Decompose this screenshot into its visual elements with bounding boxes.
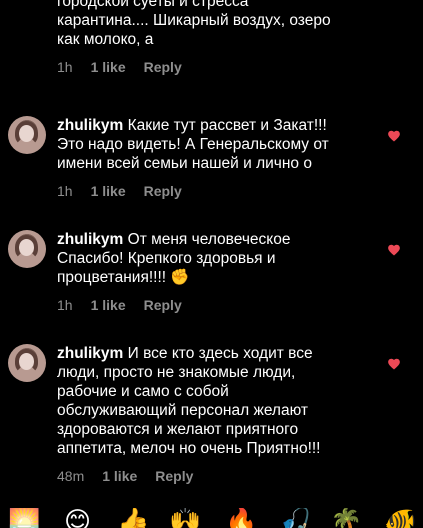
likes-count[interactable]: 1 like [91, 183, 126, 199]
emoji-raised-hands[interactable]: 🙌 [169, 508, 201, 528]
comment-username[interactable]: zhulikym [57, 117, 123, 134]
comment-time: 1h [57, 183, 73, 199]
comment-time: 48m [57, 468, 85, 484]
comment-username[interactable]: zhulikym [57, 345, 123, 362]
emoji-thumbs-up[interactable]: 👍 [117, 508, 149, 528]
heart-icon[interactable] [387, 129, 401, 143]
avatar[interactable] [8, 230, 46, 268]
reply-button[interactable]: Reply [144, 183, 182, 199]
comment-meta: 1h 1 like Reply [57, 59, 367, 75]
emoji-smile[interactable]: 😊 [64, 508, 91, 528]
reply-button[interactable]: Reply [144, 59, 182, 75]
emoji-quick-reaction-bar: 🌅 😊 👍 🙌 🔥 🎣 🌴 🐠 [0, 508, 423, 528]
comment-meta: 48m 1 like Reply [57, 468, 367, 484]
comment-meta: 1h 1 like Reply [57, 297, 367, 313]
comment-meta: 1h 1 like Reply [57, 183, 367, 199]
likes-count[interactable]: 1 like [91, 59, 126, 75]
comment-text: zhulikym Какие тут рассвет и Закат!!! Эт… [57, 116, 367, 173]
emoji-sunrise[interactable]: 🌅 [8, 508, 40, 528]
likes-count[interactable]: 1 like [102, 468, 137, 484]
comment-text: zhulikym И все кто здесь ходит все люди,… [57, 344, 367, 458]
reply-button[interactable]: Reply [144, 297, 182, 313]
comment-0: городской суеты и стресса карантина.... … [57, 0, 367, 75]
reply-button[interactable]: Reply [155, 468, 193, 484]
emoji-palm-tree[interactable]: 🌴 [330, 508, 362, 528]
comment-username[interactable]: zhulikym [57, 231, 123, 248]
comment-body: zhulikym Какие тут рассвет и Закат!!! Эт… [57, 116, 367, 199]
comment-text: zhulikym От меня человеческое Спасибо! К… [57, 230, 367, 287]
likes-count[interactable]: 1 like [91, 297, 126, 313]
heart-icon[interactable] [387, 357, 401, 371]
comment-body: zhulikym И все кто здесь ходит все люди,… [57, 344, 367, 484]
emoji-fire[interactable]: 🔥 [225, 508, 257, 528]
avatar[interactable] [8, 116, 46, 154]
emoji-fishing[interactable]: 🎣 [279, 508, 311, 528]
comment-body: zhulikym От меня человеческое Спасибо! К… [57, 230, 367, 313]
comment-time: 1h [57, 59, 73, 75]
comment-time: 1h [57, 297, 73, 313]
avatar[interactable] [8, 344, 46, 382]
emoji-fish[interactable]: 🐠 [384, 508, 416, 528]
heart-icon[interactable] [387, 243, 401, 257]
comment-text: городской суеты и стресса карантина.... … [57, 0, 331, 48]
